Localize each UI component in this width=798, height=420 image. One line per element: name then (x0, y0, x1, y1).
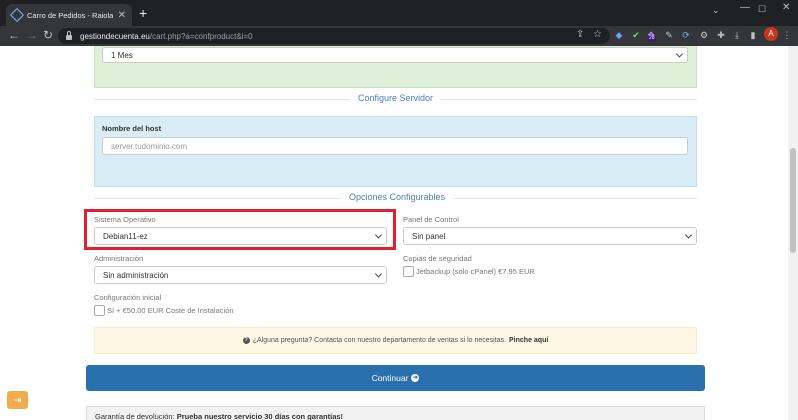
setup-checkbox[interactable] (94, 305, 105, 316)
guarantee-text: Prueba nuestro servicio 30 días con gara… (176, 412, 344, 420)
extensions-icon[interactable]: ✚ (716, 29, 726, 41)
tab-search-icon[interactable]: ⌄ (712, 5, 720, 16)
page-content: 1 Mes Configure Servidor Nombre del host… (0, 46, 798, 420)
close-window-button[interactable]: ✕ (782, 2, 790, 13)
url-path: /cart.php?a=confproduct&i=0 (149, 31, 253, 41)
billing-cycle-value: 1 Mes (111, 50, 133, 60)
backup-option-text: Jetbackup (solo cPanel) €7.95 EUR (416, 267, 535, 276)
extension-badge: 28 (648, 35, 656, 41)
download-icon[interactable]: ⤓ (732, 29, 742, 41)
new-tab-button[interactable]: + (139, 5, 147, 21)
arrow-right-icon: ➜ (411, 374, 420, 382)
admin-value: Sin administración (103, 270, 169, 280)
minimize-window-button[interactable]: — (740, 2, 750, 13)
help-text: ¿Alguna pregunta? Contacta con nuestro d… (252, 337, 507, 344)
extension-tag-icon[interactable]: ✎ (664, 29, 674, 41)
chevron-down-icon (374, 270, 383, 278)
tab-title: Carro de Pedidos - Raiola Netwo (27, 10, 113, 20)
profile-avatar[interactable]: A (764, 27, 778, 41)
hostname-placeholder: server.tudominio.com (111, 141, 188, 151)
panel-label: Panel de Control (403, 215, 459, 224)
reload-button[interactable]: ↻ (43, 28, 53, 42)
panel-value: Sin panel (412, 231, 446, 241)
expand-sidebar-button[interactable]: ⇥ (7, 391, 28, 409)
contact-link[interactable]: Pinche aquí (509, 337, 548, 344)
bookmark-star-icon[interactable]: ☆ (593, 29, 602, 40)
hostname-input[interactable]: server.tudominio.com (102, 137, 688, 155)
extension-sync-icon[interactable]: ⟳ (681, 29, 691, 41)
scrollbar-thumb[interactable] (790, 148, 796, 253)
guarantee-banner: Garantía de devolución: Prueba nuestro s… (86, 406, 705, 420)
backup-checkbox[interactable] (403, 266, 414, 277)
configure-server-title: Configure Servidor (350, 93, 442, 103)
continue-button[interactable]: Continuar ➜ (86, 365, 705, 391)
browser-toolbar: ← → ↻ gestiondecuenta.eu/cart.php?a=conf… (0, 26, 798, 46)
backup-label: Copias de seguridad (403, 254, 472, 263)
billing-cycle-select[interactable]: 1 Mes (102, 47, 688, 63)
control-panel-select[interactable]: Sin panel (403, 227, 697, 245)
extension-shield-icon[interactable]: ◆ (614, 29, 624, 41)
browser-tabbar: Carro de Pedidos - Raiola Netwo ✕ + ⌄ — … (0, 0, 798, 26)
highlight-box (84, 209, 396, 250)
extension-check-icon[interactable]: ✔ (631, 29, 641, 41)
chevron-down-icon (675, 50, 684, 58)
administration-select[interactable]: Sin administración (94, 266, 387, 284)
guarantee-prefix: Garantía de devolución: (95, 412, 175, 420)
continue-label: Continuar (371, 373, 409, 383)
address-bar[interactable]: gestiondecuenta.eu/cart.php?a=confproduc… (58, 28, 610, 44)
extension-tool-icon[interactable]: ⚙ (699, 29, 709, 41)
lock-icon[interactable] (66, 30, 72, 40)
admin-label: Administración (94, 254, 144, 263)
back-button[interactable]: ← (8, 28, 20, 42)
tab-close-icon[interactable]: ✕ (118, 10, 126, 21)
side-panel-icon[interactable]: ▮ (748, 29, 758, 41)
menu-kebab-icon[interactable]: ⋮ (782, 29, 792, 41)
maximize-window-button[interactable]: ☐ (758, 4, 766, 15)
url-host: gestiondecuenta.eu (80, 31, 150, 41)
forward-button[interactable]: → (26, 28, 38, 42)
help-alert: ? ¿Alguna pregunta? Contacta con nuestro… (94, 327, 697, 354)
question-icon: ? (242, 337, 250, 344)
setup-label: Configuración inicial (94, 293, 162, 302)
share-icon[interactable]: ⇪ (576, 29, 584, 40)
chevron-down-icon (684, 231, 693, 239)
site-favicon-icon (9, 7, 25, 23)
browser-tab[interactable]: Carro de Pedidos - Raiola Netwo ✕ (6, 4, 132, 26)
config-options-title: Opciones Configurables (341, 192, 454, 202)
hostname-label: Nombre del host (102, 124, 162, 133)
setup-option-text: Sí + €50.00 EUR Coste de Instalación (107, 306, 234, 315)
